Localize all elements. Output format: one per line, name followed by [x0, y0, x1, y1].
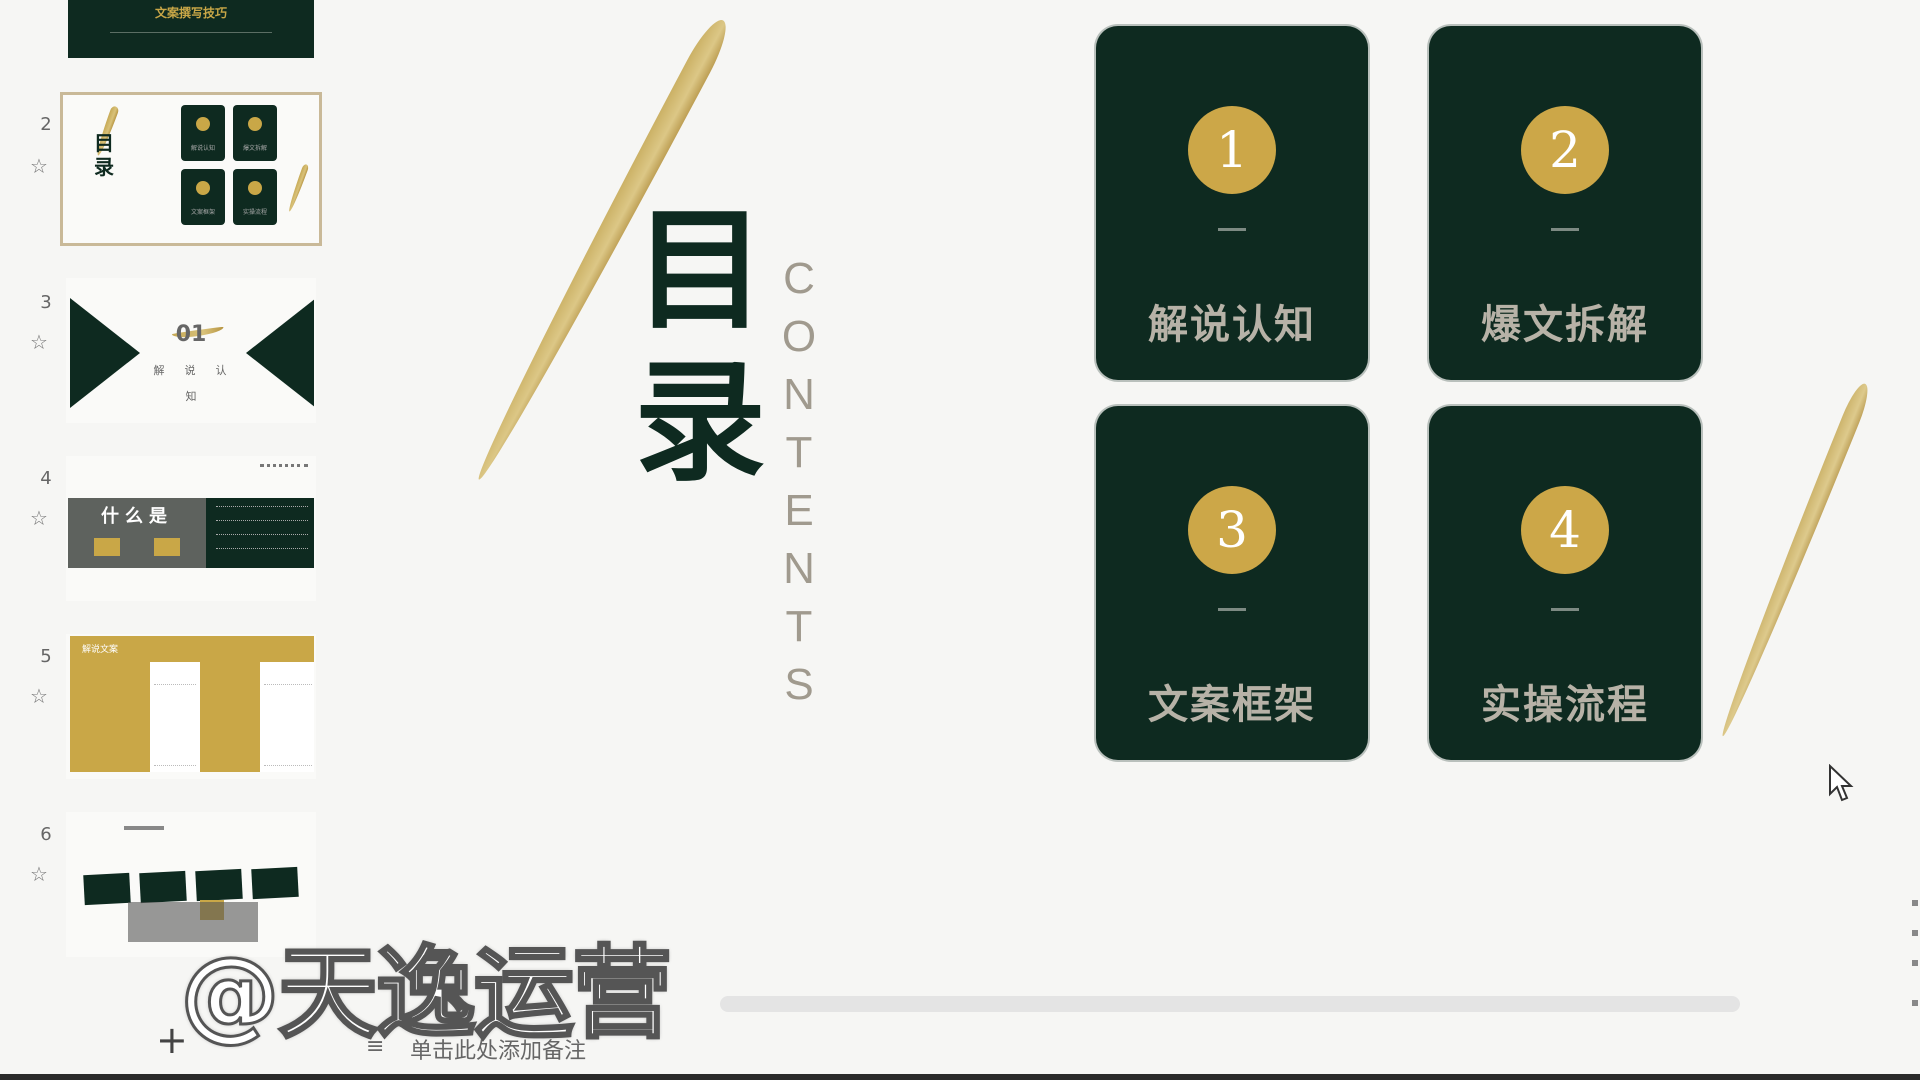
divider — [1551, 228, 1579, 231]
thumb-number: 6 — [40, 824, 52, 845]
contents-letter: T — [785, 602, 813, 651]
thumb-big-number: 01 — [175, 322, 207, 347]
title-char: 录 — [634, 346, 766, 500]
toc-card-4[interactable]: 4 实操流程 — [1429, 406, 1701, 760]
number-badge: 4 — [1521, 486, 1609, 574]
thumb-heading: 解说文案 — [82, 645, 119, 655]
number-badge: 2 — [1521, 106, 1609, 194]
selected-thumbnail: 目录 解说认知 爆文拆解 文案框架 实操流程 — [60, 92, 322, 246]
contents-letter: O — [781, 312, 817, 361]
ruler-mark — [1912, 930, 1918, 936]
watermark-text: @天逸运营 — [179, 934, 674, 1054]
ruler-mark — [1912, 1000, 1918, 1006]
card-label: 文案框架 — [1148, 682, 1316, 728]
divider — [1218, 608, 1246, 611]
transition-star-icon: ☆ — [30, 330, 48, 354]
thumb-caption-char: 解 — [153, 364, 165, 377]
brush-stroke — [1714, 380, 1874, 740]
thumb-number: 4 — [40, 468, 52, 489]
card-label: 实操流程 — [1481, 682, 1649, 728]
thumb-title: 目录 — [94, 131, 114, 179]
number-badge: 1 — [1188, 106, 1276, 194]
ruler-mark — [1912, 900, 1918, 906]
thumb-heading: 什么是 — [101, 506, 173, 527]
title-char: 目 — [634, 194, 766, 348]
contents-letter: S — [784, 660, 814, 709]
contents-vertical-text: C O N T E N T S — [777, 250, 821, 714]
contents-letter: N — [783, 370, 815, 419]
contents-letter: C — [783, 254, 815, 303]
contents-letter: E — [784, 486, 814, 535]
thumb-number: 5 — [40, 646, 52, 667]
thumb-mini-label: 文案框架 — [190, 209, 215, 216]
number-badge: 3 — [1188, 486, 1276, 574]
transition-star-icon: ☆ — [30, 506, 48, 530]
thumb-mini-label: 解说认知 — [190, 145, 215, 152]
divider — [1551, 608, 1579, 611]
thumb-mini-label: 爆文拆解 — [242, 145, 267, 152]
contents-letter: N — [783, 544, 815, 593]
mouse-cursor-icon — [1829, 764, 1854, 802]
thumb-mini-label: 实操流程 — [242, 209, 267, 216]
slide-thumbnail-panel: 文案撰写技巧 2 ☆ 目录 解说认知 爆文拆解 文案框架 实操流程 3 ☆ 01… — [0, 0, 330, 1040]
toc-card-2[interactable]: 2 爆文拆解 — [1429, 26, 1701, 380]
toc-card-3[interactable]: 3 文案框架 — [1096, 406, 1368, 760]
slide-title: 目 录 — [625, 195, 775, 499]
thumb-number: 2 — [40, 114, 52, 135]
contents-letter: T — [785, 428, 813, 477]
divider — [1218, 228, 1246, 231]
slide-canvas[interactable]: 目 录 C O N T E N T S 1 解说认知 2 爆文拆解 3 文案框架… — [330, 0, 1920, 1010]
thumb-caption-char: 知 — [185, 390, 197, 403]
thumb-caption-char: 认 — [215, 364, 227, 377]
transition-star-icon: ☆ — [30, 862, 48, 886]
thumb-title: 文案撰写技巧 — [154, 6, 227, 20]
card-label: 解说认知 — [1148, 302, 1316, 348]
transition-star-icon: ☆ — [30, 684, 48, 708]
transition-star-icon: ☆ — [30, 154, 48, 178]
status-bar — [0, 1074, 1920, 1080]
thumb-number: 3 — [40, 292, 52, 313]
thumb-caption-char: 说 — [184, 364, 196, 377]
ruler-mark — [1912, 960, 1918, 966]
horizontal-scrollbar[interactable] — [720, 996, 1740, 1012]
card-label: 爆文拆解 — [1481, 302, 1649, 348]
toc-card-1[interactable]: 1 解说认知 — [1096, 26, 1368, 380]
